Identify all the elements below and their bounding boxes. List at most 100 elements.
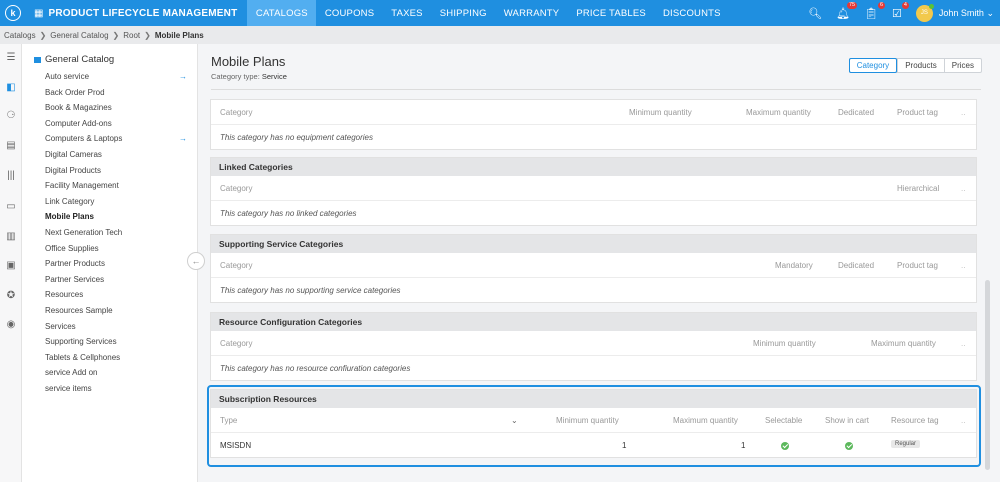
tree-item[interactable]: Supporting Services [45, 337, 195, 346]
avatar[interactable]: JS [915, 3, 934, 22]
tree-item-label: service Add on [45, 368, 98, 378]
app-title[interactable]: PRODUCT LIFECYCLE MANAGEMENT [48, 8, 237, 19]
nav-warranty[interactable]: WARRANTY [495, 0, 568, 26]
tree-item[interactable]: Resources [45, 290, 195, 299]
tab-products[interactable]: Products [897, 59, 944, 72]
breadcrumb-general-catalog[interactable]: General Catalog [50, 31, 108, 40]
document-icon[interactable]: ▤ [0, 140, 22, 151]
chevron-right-icon: ❯ [144, 30, 151, 40]
column-header[interactable]: Selectable [765, 416, 802, 425]
column-header[interactable]: Category [220, 339, 252, 348]
nav-taxes[interactable]: TAXES [383, 0, 431, 26]
tree-item[interactable]: Computers & Laptops → [45, 134, 195, 143]
tree-item[interactable]: Back Order Prod [45, 88, 195, 97]
nav-coupons[interactable]: COUPONS [316, 0, 382, 26]
panel-title: Linked Categories [211, 158, 976, 176]
app-logo[interactable]: k [0, 0, 26, 26]
chat-icon[interactable]: ▣ [0, 260, 22, 271]
column-header[interactable]: Product tag [897, 261, 938, 270]
column-options[interactable]: .. [961, 339, 965, 348]
nav-catalogs[interactable]: CATALOGS [247, 0, 317, 26]
user-menu[interactable]: John Smith ⌄ [939, 8, 994, 19]
ticket-icon[interactable]: ▭ [0, 201, 22, 212]
award-icon[interactable]: ✪ [0, 290, 22, 301]
barcode-icon[interactable]: ||| [0, 170, 22, 181]
tree-item-label: Digital Cameras [45, 150, 102, 159]
column-header[interactable]: Type [220, 416, 237, 425]
tree-item[interactable]: Resources Sample [45, 306, 195, 315]
tree-item[interactable]: Office Supplies [45, 244, 195, 253]
tree-item[interactable]: Digital Products [45, 166, 195, 175]
column-header[interactable]: Category [220, 261, 252, 270]
tree-item[interactable]: Next Generation Tech [45, 228, 195, 237]
column-options[interactable]: .. [961, 108, 965, 117]
breadcrumb-root[interactable]: Root [123, 31, 140, 40]
nav-discounts[interactable]: DISCOUNTS [654, 0, 729, 26]
catalog-icon[interactable]: ◧ [0, 82, 22, 93]
column-header[interactable]: Maximum quantity [673, 416, 738, 425]
show-in-cart-check-icon [845, 442, 853, 452]
tree-item[interactable]: Digital Cameras [45, 150, 195, 159]
chevron-down-icon: ⌄ [986, 7, 994, 18]
table-row[interactable]: MSISDN 1 1 Regular [211, 433, 976, 457]
column-header[interactable]: Category [220, 184, 252, 193]
table-icon[interactable]: ▥ [0, 231, 22, 242]
arrow-right-icon[interactable]: → [179, 134, 187, 143]
tasks-icon[interactable]: 📋︎ 6 [864, 1, 886, 20]
tree-item[interactable]: Partner Services [45, 275, 195, 284]
chevron-right-icon: ❯ [112, 30, 120, 40]
column-header[interactable]: Maximum quantity [871, 339, 936, 348]
breadcrumb-current: Mobile Plans [154, 30, 204, 40]
tree-item[interactable]: Computer Add-ons [45, 119, 195, 128]
arrow-right-icon[interactable]: → [179, 72, 187, 81]
approvals-icon[interactable]: ☑︎ 4 [892, 1, 909, 20]
column-header[interactable]: Show in cart [825, 416, 869, 425]
column-header[interactable]: Minimum quantity [753, 339, 816, 348]
resource-tag-badge: Regular [891, 440, 921, 448]
column-header[interactable]: Dedicated [838, 108, 874, 117]
bell-icon[interactable]: 🔔︎ 75 [836, 1, 858, 20]
column-header[interactable]: Minimum quantity [629, 108, 692, 117]
column-header[interactable]: Resource tag [891, 416, 939, 425]
search-icon[interactable]: 🔍︎ [808, 7, 822, 20]
nav-price-tables[interactable]: PRICE TABLES [568, 0, 655, 26]
vertical-scrollbar[interactable] [985, 280, 990, 470]
tree-item[interactable]: Facility Management [45, 181, 195, 190]
tree-item[interactable]: Services [45, 322, 195, 331]
menu-icon[interactable]: ☰ [0, 52, 22, 63]
chevron-down-icon[interactable]: ⌄ [511, 416, 518, 425]
coupon-icon[interactable]: ⚆ [0, 110, 22, 121]
column-header[interactable]: Dedicated [838, 261, 874, 270]
breadcrumb-catalogs[interactable]: Catalogs [4, 31, 36, 40]
view-tabs: Category Products Prices [848, 58, 982, 73]
settings-icon[interactable]: ◉ [0, 319, 22, 330]
tree-item[interactable]: Partner Products [45, 259, 195, 268]
column-header[interactable]: Minimum quantity [556, 416, 619, 425]
tree-item[interactable]: Link Category [45, 197, 195, 206]
column-header[interactable]: Category [220, 108, 252, 117]
tree-item[interactable]: service items [45, 384, 195, 393]
tree-item-label: Partner Services [45, 274, 105, 284]
tab-prices[interactable]: Prices [943, 59, 981, 72]
column-options[interactable]: .. [961, 184, 965, 193]
table-header: Category Minimum quantity Maximum quanti… [211, 100, 976, 125]
tab-category[interactable]: Category [848, 58, 898, 73]
tree-item[interactable]: Tablets & Cellphones [45, 353, 195, 362]
tree-item[interactable]: Mobile Plans [45, 212, 195, 221]
nav-shipping[interactable]: SHIPPING [431, 0, 495, 26]
tasks-badge: 6 [877, 1, 886, 9]
column-header[interactable]: Mandatory [775, 261, 813, 270]
column-header[interactable]: Product tag [897, 108, 938, 117]
tree-item[interactable]: service Add on [45, 368, 195, 377]
tree-item-label: Supporting Services [45, 337, 117, 347]
column-header[interactable]: Hierarchical [897, 184, 939, 193]
empty-message: This category has no resource confiurati… [220, 363, 411, 373]
main-content: Mobile Plans Category type: Service Cate… [198, 44, 1000, 482]
tree-item[interactable]: Auto service → [45, 72, 195, 81]
column-options[interactable]: .. [961, 261, 965, 270]
apps-grid-icon[interactable]: ▦ [34, 8, 43, 19]
tree-item[interactable]: Book & Magazines [45, 103, 195, 112]
column-options[interactable]: .. [961, 416, 965, 425]
column-header[interactable]: Maximum quantity [746, 108, 811, 117]
tree-root[interactable]: General Catalog [34, 54, 114, 65]
